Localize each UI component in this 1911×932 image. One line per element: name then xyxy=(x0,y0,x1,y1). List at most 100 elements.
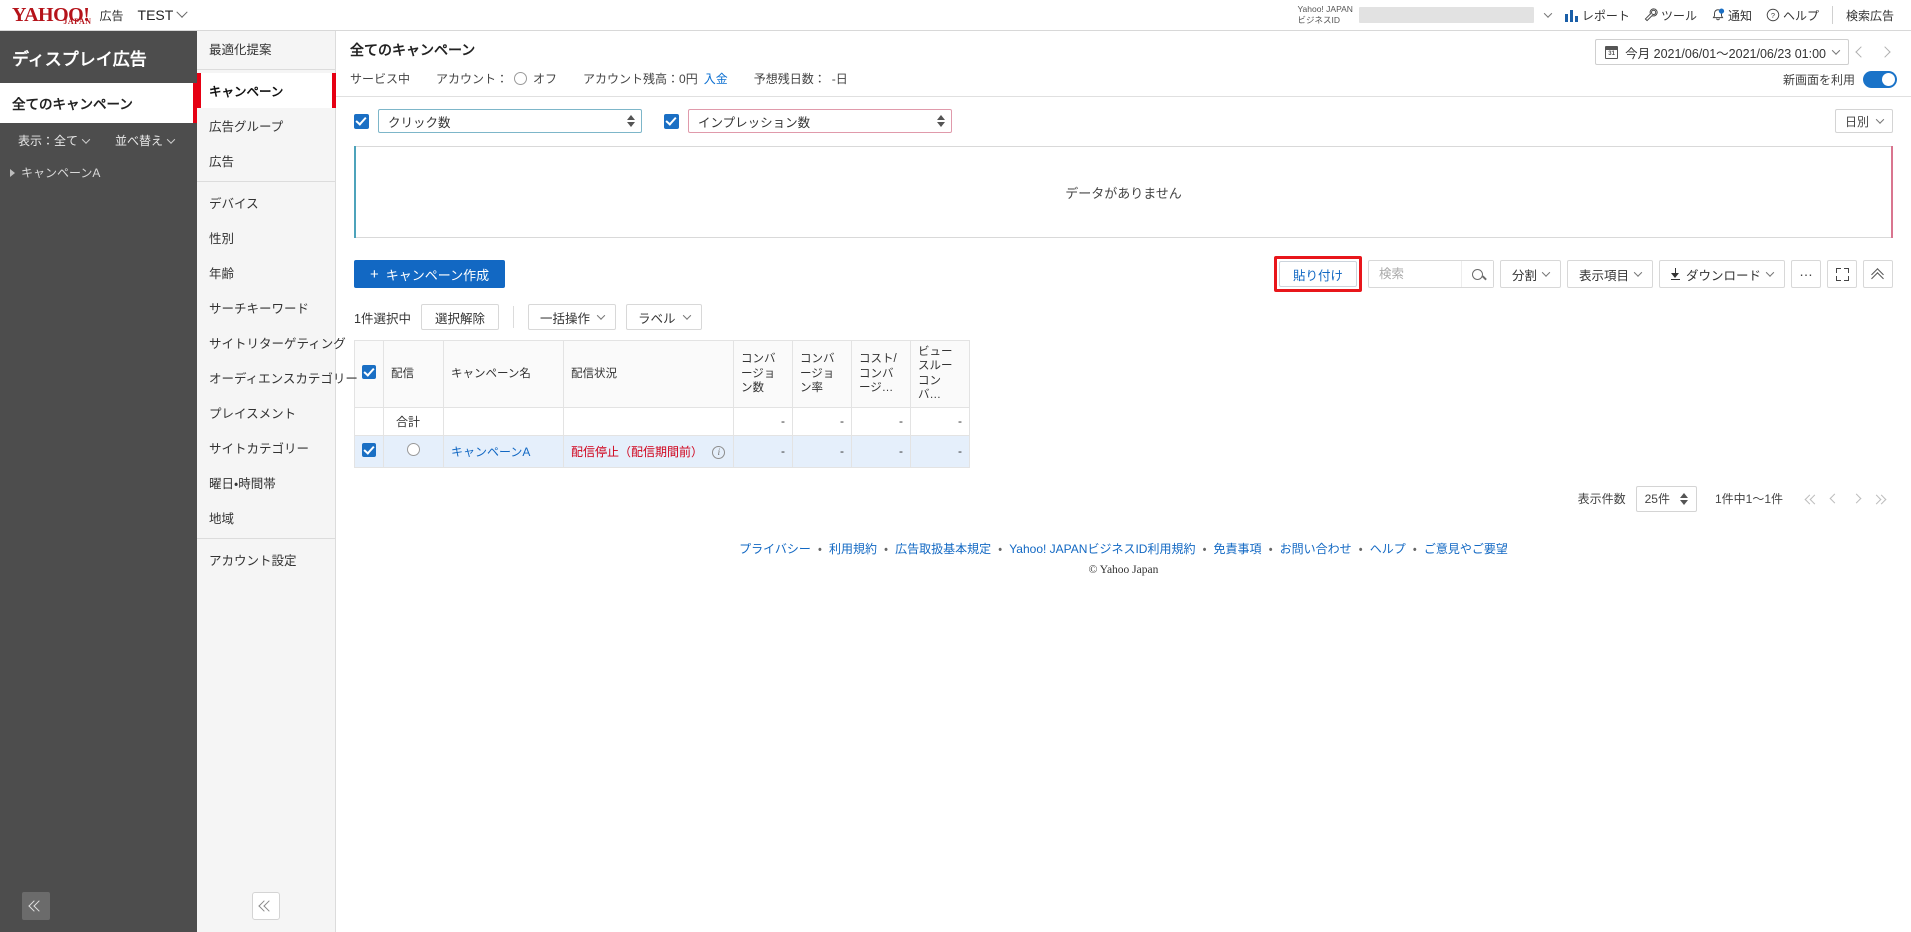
metric-secondary-checkbox[interactable] xyxy=(664,113,679,129)
search-input[interactable] xyxy=(1368,261,1461,287)
nav-item-5[interactable]: 性別 xyxy=(197,220,335,255)
column-header-campaign-name[interactable]: キャンペーン名 xyxy=(443,340,564,408)
header-nav-help[interactable]: ? ヘルプ xyxy=(1759,0,1826,30)
info-icon[interactable]: i xyxy=(712,445,726,459)
last-page-button[interactable] xyxy=(1867,488,1889,510)
new-ui-toggle-switch[interactable] xyxy=(1863,71,1897,88)
column-header-conversions[interactable]: コンバージョン数 xyxy=(733,340,793,408)
footer-link-2[interactable]: 広告取扱基本規定 xyxy=(895,542,991,556)
delivery-toggle-icon[interactable] xyxy=(407,443,420,456)
sidebar-collapse-button[interactable] xyxy=(22,892,50,920)
table-wrapper: 配信 キャンペーン名 配信状況 コンバージョン数 コンバージョン率 コスト/コン… xyxy=(336,340,1911,468)
sidebar-filter-display[interactable]: 表示：全て xyxy=(18,132,91,149)
table-body: 合計 - - - - キャンペーンA 配信停止（配信期間前） i - - - - xyxy=(354,406,970,468)
nav-item-8[interactable]: サイトリターゲティング xyxy=(197,325,346,360)
metric-primary-checkbox[interactable] xyxy=(354,113,369,129)
footer-link-4[interactable]: 免責事項 xyxy=(1214,542,1262,556)
nav-item-14[interactable]: アカウント設定 xyxy=(197,542,335,577)
chart-granularity-select[interactable]: 日別 xyxy=(1834,109,1893,133)
footer-link-6[interactable]: ヘルプ xyxy=(1370,542,1406,556)
date-range-text: 今月 2021/06/01〜2021/06/23 01:00 xyxy=(1625,46,1826,61)
prev-page-button[interactable] xyxy=(1823,488,1845,510)
nav-item-10[interactable]: プレイスメント xyxy=(197,395,335,430)
rows-per-page-select[interactable]: 25件 xyxy=(1635,485,1697,512)
collapse-panel-button[interactable] xyxy=(1863,260,1893,288)
create-campaign-button[interactable]: + キャンペーン作成 xyxy=(354,260,506,288)
chevron-down-icon xyxy=(166,134,176,144)
deposit-link[interactable]: 入金 xyxy=(704,70,728,87)
column-header-conversion-rate[interactable]: コンバージョン率 xyxy=(792,340,852,408)
download-button[interactable]: ダウンロード xyxy=(1658,260,1785,288)
bell-icon xyxy=(1712,8,1725,21)
footer-link-0[interactable]: プライバシー xyxy=(739,542,811,556)
more-options-button[interactable]: … xyxy=(1791,260,1821,288)
bulk-action-button[interactable]: 一括操作 xyxy=(527,304,616,330)
question-circle-icon: ? xyxy=(1766,8,1780,22)
columns-button[interactable]: 表示項目 xyxy=(1566,260,1653,288)
nav-item-11[interactable]: サイトカテゴリー xyxy=(197,430,335,465)
fullscreen-button[interactable] xyxy=(1827,260,1857,288)
double-chevron-left-icon xyxy=(260,901,272,911)
account-switcher[interactable]: TEST xyxy=(138,6,188,23)
column-header-status[interactable]: 配信状況 xyxy=(563,340,734,408)
nav-item-label: オーディエンスカテゴリー xyxy=(209,372,358,386)
estimated-days: 予想残日数： -日 xyxy=(754,70,848,87)
search-button[interactable] xyxy=(1460,261,1493,287)
nav-item-4[interactable]: デバイス xyxy=(197,185,335,220)
nav-column: 最適化提案キャンペーン 広告グループ 広告デバイス 性別 年齢サーチキーワードサイトリタ… xyxy=(197,31,358,932)
footer-link-1[interactable]: 利用規約 xyxy=(829,542,877,556)
total-name-cell xyxy=(443,406,564,436)
campaign-name-link[interactable]: キャンペーンA xyxy=(451,445,530,459)
nav-item-3[interactable]: 広告 xyxy=(197,143,335,178)
nav-item-2[interactable]: 広告グループ xyxy=(197,108,335,143)
nav-item-0[interactable]: 最適化提案 xyxy=(197,31,335,66)
footer-link-7[interactable]: ご意見やご要望 xyxy=(1424,542,1508,556)
business-id-value[interactable] xyxy=(1358,7,1534,23)
first-page-button[interactable] xyxy=(1801,488,1823,510)
metric-primary-select[interactable]: クリック数 xyxy=(378,109,642,133)
date-next-button[interactable] xyxy=(1873,39,1897,65)
select-all-checkbox[interactable] xyxy=(362,364,376,379)
footer-link-3[interactable]: Yahoo! JAPANビジネスID利用規約 xyxy=(1009,542,1195,556)
sidebar-item-all-campaigns[interactable]: 全てのキャンペーン xyxy=(0,83,197,123)
nav-item-6[interactable]: 年齢 xyxy=(197,255,335,290)
nav-item-12[interactable]: 曜日・時間帯 xyxy=(197,465,335,500)
date-range-picker[interactable]: 31 今月 2021/06/01〜2021/06/23 01:00 xyxy=(1595,39,1849,65)
column-header-view-through-conversions[interactable]: ビュースルーコンバ… xyxy=(910,340,970,408)
deselect-button[interactable]: 選択解除 xyxy=(420,304,499,330)
header-link-search-ads[interactable]: 検索広告 xyxy=(1839,0,1901,30)
next-page-button[interactable] xyxy=(1845,488,1867,510)
stepper-icon xyxy=(937,115,945,127)
sidebar-filter-sort[interactable]: 並べ替え xyxy=(115,132,176,149)
sidebar-tree-item-campaign-a[interactable]: キャンペーンA xyxy=(0,158,197,187)
nav-item-1[interactable]: キャンペーン xyxy=(197,73,336,108)
nav-item-13[interactable]: 地域 xyxy=(197,500,335,535)
nav-item-7[interactable]: サーチキーワード xyxy=(197,290,335,325)
nav-item-label: 地域 xyxy=(209,512,235,526)
header-nav-tools[interactable]: ツール xyxy=(1637,0,1704,30)
row-checkbox[interactable] xyxy=(362,442,376,457)
column-header-delivery[interactable]: 配信 xyxy=(383,340,444,408)
yahoo-japan-logo[interactable]: YAHOO! JAPAN xyxy=(12,5,92,26)
column-header-cost-per-conversion[interactable]: コスト/コンバージ… xyxy=(851,340,911,408)
nav-item-9[interactable]: オーディエンスカテゴリー xyxy=(197,360,358,395)
label-menu-button[interactable]: ラベル xyxy=(625,304,702,330)
nav-item-label: サイトカテゴリー xyxy=(209,442,310,456)
toggle-off-icon[interactable] xyxy=(514,72,528,85)
nav-item-label: サーチキーワード xyxy=(209,302,310,316)
table-row[interactable]: キャンペーンA 配信停止（配信期間前） i - - - - xyxy=(354,434,970,468)
footer-link-5[interactable]: お問い合わせ xyxy=(1280,542,1352,556)
date-prev-button[interactable] xyxy=(1849,39,1873,65)
account-status: アカウント： オフ xyxy=(436,70,557,87)
double-chevron-left-icon xyxy=(1806,494,1819,504)
nav-collapse-button[interactable] xyxy=(252,892,280,920)
svg-text:?: ? xyxy=(1771,11,1775,20)
chevron-down-icon xyxy=(596,311,606,320)
header-nav-notifications[interactable]: 通知 xyxy=(1704,0,1759,30)
paste-button[interactable]: 貼り付け xyxy=(1278,261,1357,287)
header-nav-report[interactable]: レポート xyxy=(1558,0,1637,30)
business-id-dropdown[interactable] xyxy=(1538,0,1558,30)
split-button[interactable]: 分割 xyxy=(1499,260,1561,288)
metric-secondary-select[interactable]: インプレッション数 xyxy=(688,109,952,133)
header-nav-notifications-label: 通知 xyxy=(1727,8,1752,23)
